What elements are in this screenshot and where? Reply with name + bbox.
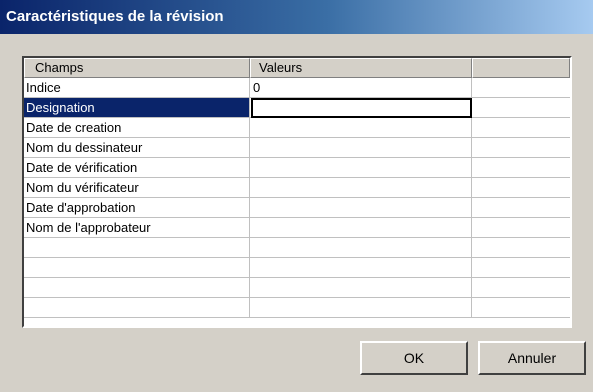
- table-row[interactable]: Indice 0: [24, 78, 570, 98]
- field-value-cell[interactable]: [250, 238, 472, 257]
- field-value-cell[interactable]: [250, 198, 472, 217]
- empty-cell: [472, 258, 570, 277]
- table-row[interactable]: Nom de l'approbateur: [24, 218, 570, 238]
- field-name-cell[interactable]: Designation: [24, 98, 250, 117]
- table-row[interactable]: Designation: [24, 98, 570, 118]
- field-name-cell[interactable]: [24, 258, 250, 277]
- field-value-cell[interactable]: 0: [250, 78, 472, 97]
- grid-header: Champs Valeurs: [24, 58, 570, 78]
- column-header-empty[interactable]: [472, 58, 570, 78]
- empty-cell: [472, 118, 570, 137]
- empty-cell: [472, 238, 570, 257]
- field-value-cell[interactable]: [250, 218, 472, 237]
- field-name-cell[interactable]: Nom du vérificateur: [24, 178, 250, 197]
- empty-cell: [472, 278, 570, 297]
- empty-cell: [472, 138, 570, 157]
- value-edit-field[interactable]: [251, 98, 472, 118]
- table-row[interactable]: Nom du dessinateur: [24, 138, 570, 158]
- cancel-button[interactable]: Annuler: [478, 341, 586, 375]
- field-value-cell[interactable]: [250, 298, 472, 317]
- field-name-cell[interactable]: Indice: [24, 78, 250, 97]
- empty-cell: [472, 198, 570, 217]
- empty-cell: [472, 98, 570, 117]
- field-value-cell[interactable]: [250, 118, 472, 137]
- empty-cell: [472, 218, 570, 237]
- field-name-cell[interactable]: Nom du dessinateur: [24, 138, 250, 157]
- field-value-cell[interactable]: [250, 138, 472, 157]
- table-row[interactable]: Nom du vérificateur: [24, 178, 570, 198]
- field-name-cell[interactable]: Nom de l'approbateur: [24, 218, 250, 237]
- table-row[interactable]: Date de vérification: [24, 158, 570, 178]
- table-row[interactable]: Date d'approbation: [24, 198, 570, 218]
- empty-cell: [472, 78, 570, 97]
- properties-grid[interactable]: Champs Valeurs Indice 0 Designation Date de…: [22, 56, 572, 328]
- field-name-cell[interactable]: [24, 278, 250, 297]
- table-row[interactable]: [24, 258, 570, 278]
- field-value-cell[interactable]: [250, 178, 472, 197]
- field-name-cell[interactable]: [24, 238, 250, 257]
- column-header-champs[interactable]: Champs: [24, 58, 250, 78]
- ok-button[interactable]: OK: [360, 341, 468, 375]
- table-row[interactable]: Date de creation: [24, 118, 570, 138]
- field-value-cell[interactable]: [250, 278, 472, 297]
- dialog-title: Caractéristiques de la révision: [0, 0, 593, 34]
- field-value-cell[interactable]: [250, 158, 472, 177]
- empty-cell: [472, 298, 570, 317]
- empty-cell: [472, 158, 570, 177]
- field-name-cell[interactable]: Date de creation: [24, 118, 250, 137]
- table-row[interactable]: [24, 278, 570, 298]
- column-header-valeurs[interactable]: Valeurs: [250, 58, 472, 78]
- empty-cell: [472, 178, 570, 197]
- field-name-cell[interactable]: Date d'approbation: [24, 198, 250, 217]
- field-name-cell[interactable]: Date de vérification: [24, 158, 250, 177]
- field-value-cell[interactable]: [250, 258, 472, 277]
- table-row[interactable]: [24, 238, 570, 258]
- field-name-cell[interactable]: [24, 298, 250, 317]
- table-row[interactable]: [24, 298, 570, 318]
